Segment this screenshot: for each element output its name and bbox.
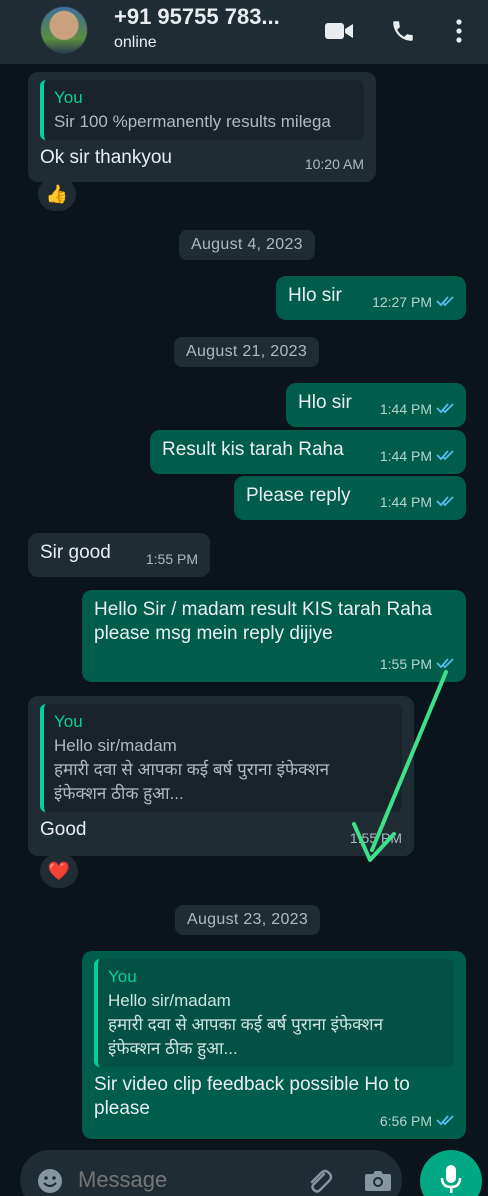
outgoing-message[interactable]: Please reply 1:44 PM — [234, 476, 466, 520]
date-separator: August 21, 2023 — [174, 337, 320, 367]
message-time-container: 1:44 PM — [380, 490, 456, 514]
message-time-container: 6:56 PM — [380, 1109, 456, 1133]
quote-text: Hello sir/madam — [54, 736, 177, 755]
date-separator: August 4, 2023 — [179, 230, 315, 260]
date-separator: August 23, 2023 — [175, 905, 321, 935]
quoted-message[interactable]: You Sir 100 %permanently results milega — [40, 80, 364, 140]
message-time: 10:20 AM — [304, 156, 364, 172]
message-time: 6:56 PM — [379, 1113, 432, 1129]
message-time: 1:44 PM — [379, 494, 432, 510]
quote-text: हमारी दवा से आपका कई बर्ष पुराना इंफेक्श… — [54, 760, 330, 779]
quote-author: You — [54, 88, 83, 107]
phone-icon[interactable] — [388, 16, 418, 46]
reaction-thumbs-up[interactable]: 👍 — [38, 177, 76, 211]
incoming-message[interactable]: Sir good 1:55 PM — [28, 533, 210, 577]
attach-icon[interactable] — [304, 1166, 334, 1196]
outgoing-message[interactable]: Hlo sir 1:44 PM — [286, 383, 466, 427]
double-tick-icon — [436, 290, 456, 314]
contact-name[interactable]: +91 95755 783... — [114, 4, 280, 30]
video-call-icon[interactable] — [324, 16, 354, 46]
message-composer[interactable] — [20, 1150, 402, 1196]
quote-author: You — [108, 967, 137, 986]
message-time: 1:55 PM — [145, 551, 198, 567]
quote-text: Sir 100 %permanently results milega — [54, 112, 331, 131]
message-time: 1:44 PM — [379, 448, 432, 464]
quoted-message[interactable]: You Hello sir/madam हमारी दवा से आपका कई… — [40, 704, 402, 812]
message-time-container: 1:44 PM — [380, 444, 456, 468]
quote-text: इंफेक्शन ठीक हुआ... — [108, 1039, 238, 1058]
annotation-arrow — [352, 670, 448, 862]
message-time: 1:44 PM — [379, 401, 432, 417]
quoted-message[interactable]: You Hello sir/madam हमारी दवा से आपका कई… — [94, 959, 454, 1067]
message-input[interactable] — [78, 1164, 278, 1196]
mic-button[interactable] — [420, 1150, 482, 1196]
quote-text: इंफेक्शन ठीक हुआ... — [54, 784, 184, 803]
outgoing-message[interactable]: You Hello sir/madam हमारी दवा से आपका कई… — [82, 951, 466, 1139]
quote-text: Hello sir/madam — [108, 991, 231, 1010]
camera-icon[interactable] — [364, 1168, 392, 1196]
chat-area[interactable]: You Sir 100 %permanently results milega … — [0, 64, 488, 1149]
more-options-icon[interactable] — [444, 16, 474, 46]
message-time-container: 12:27 PM — [372, 290, 456, 314]
quote-text: हमारी दवा से आपका कई बर्ष पुराना इंफेक्श… — [108, 1015, 384, 1034]
quote-author: You — [54, 712, 83, 731]
emoji-icon[interactable] — [36, 1167, 64, 1196]
outgoing-message[interactable]: Result kis tarah Raha 1:44 PM — [150, 430, 466, 474]
double-tick-icon — [436, 397, 456, 421]
double-tick-icon — [436, 1109, 456, 1133]
mic-icon — [440, 1164, 462, 1196]
message-text: Good — [40, 819, 87, 840]
incoming-message[interactable]: You Sir 100 %permanently results milega … — [28, 72, 376, 182]
avatar[interactable] — [40, 6, 88, 54]
double-tick-icon — [436, 490, 456, 514]
message-time: 12:27 PM — [372, 294, 432, 310]
outgoing-message[interactable]: Hlo sir 12:27 PM — [276, 276, 466, 320]
reaction-heart[interactable]: ❤️ — [40, 854, 78, 888]
contact-status: online — [114, 34, 157, 51]
message-text: Hello Sir / madam result KIS tarah Raha … — [94, 599, 432, 644]
chat-header: +91 95755 783... online — [0, 0, 488, 64]
message-time-container: 1:44 PM — [380, 397, 456, 421]
double-tick-icon — [436, 444, 456, 468]
